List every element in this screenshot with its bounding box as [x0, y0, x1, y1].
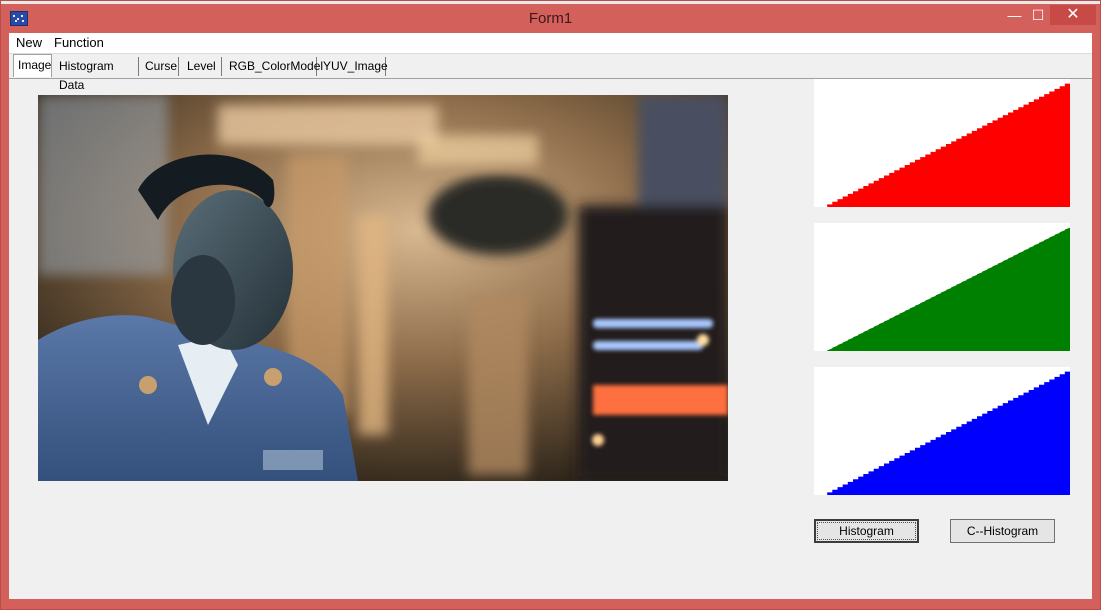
minimize-button[interactable]: — [1002, 5, 1027, 25]
histogram-green-fill [822, 223, 1070, 351]
histogram-red-fill [822, 79, 1070, 207]
histogram-blue [814, 367, 1070, 495]
histogram-red [814, 79, 1070, 207]
histogram-blue-fill [822, 367, 1070, 495]
maximize-button[interactable]: ☐ [1027, 5, 1049, 25]
histogram-button[interactable]: Histogram [814, 519, 919, 543]
close-button[interactable]: ✕ [1050, 5, 1096, 25]
tab-strip: Image Histogram Data Curse Level RGB_Col… [9, 54, 1092, 92]
c-histogram-button[interactable]: C--Histogram [950, 519, 1055, 543]
window-title: Form1 [528, 10, 573, 27]
menu-bar: New Function [9, 33, 1092, 54]
histogram-button-label: Histogram [817, 522, 916, 540]
histogram-green [814, 223, 1070, 351]
source-image [38, 95, 728, 481]
app-window: Form1 — ☐ ✕ New Function Image Histogram… [0, 0, 1101, 610]
tab-histogram-data[interactable]: Histogram Data [55, 57, 139, 92]
tab-yuv-image[interactable]: YUV_Image [319, 57, 388, 76]
tab-curse[interactable]: Curse [141, 57, 179, 76]
title-bar[interactable]: Form1 — ☐ ✕ [1, 5, 1100, 33]
client-area: New Function Image Histogram Data Curse … [9, 33, 1092, 599]
tab-image[interactable]: Image [13, 54, 52, 77]
tab-level[interactable]: Level [183, 57, 222, 76]
menu-new[interactable]: New [16, 35, 42, 50]
tab-rgb-colormodel[interactable]: RGB_ColorModel [225, 57, 323, 76]
menu-function[interactable]: Function [54, 35, 104, 50]
